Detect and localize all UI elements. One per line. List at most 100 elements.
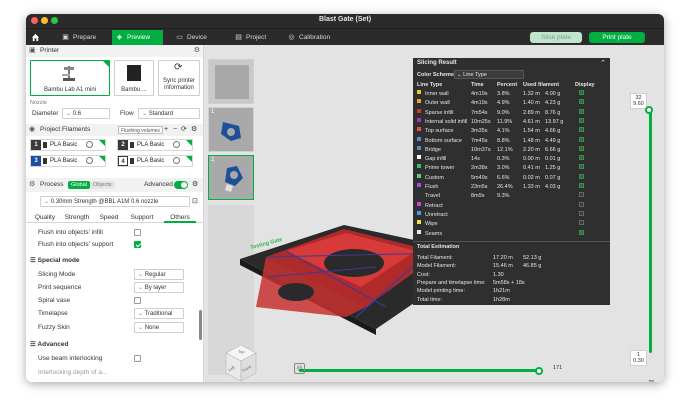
filament-icon [130, 158, 134, 164]
display-checkbox[interactable] [579, 145, 584, 151]
display-checkbox[interactable] [579, 155, 584, 161]
plate-selector[interactable]: Bambu ... [114, 60, 154, 96]
play-icon[interactable]: ◎ [294, 363, 305, 374]
home-button[interactable] [28, 30, 42, 45]
gear-icon[interactable]: ⚙ [191, 124, 197, 136]
flushing-volumes-button[interactable]: Flushing volumes [118, 126, 163, 134]
display-checkbox[interactable] [579, 229, 584, 235]
line-type-length: 4.61 m [523, 118, 540, 125]
plate-thumbnail-0[interactable] [208, 59, 254, 104]
change-icon[interactable] [86, 157, 93, 164]
line-type-swatch [417, 155, 421, 160]
flush-infill-checkbox[interactable] [134, 229, 141, 236]
tab-prepare[interactable]: ▣ Prepare [58, 30, 110, 45]
list-icon: ☰ [30, 257, 36, 264]
tab-quality[interactable]: Quality [30, 212, 60, 223]
filament-slot[interactable]: 1 PLA Basic [30, 139, 106, 151]
line-type-time: 7m45s [471, 137, 488, 144]
remove-filament-icon[interactable]: − [173, 124, 177, 136]
line-type-time: 10m37s [471, 146, 491, 153]
selected-corner [186, 156, 192, 162]
move-slider-track[interactable] [299, 369, 541, 372]
display-checkbox[interactable] [579, 183, 584, 188]
plate-thumbnail-1[interactable]: 1 [208, 107, 254, 152]
color-scheme-select[interactable]: ⌄ Line Type [454, 70, 524, 79]
layer-slider-track[interactable] [649, 108, 652, 353]
sync-printer-button[interactable]: ⟳ Sync printer information [158, 60, 200, 96]
sync-label-2: information [164, 85, 194, 91]
sync-icon[interactable]: ⟳ [181, 124, 187, 136]
top-layer-height: 9.60 [633, 101, 644, 107]
layer-slider-top-handle[interactable] [644, 106, 653, 114]
line-type-length: 0.02 m [523, 174, 540, 181]
display-checkbox[interactable] [579, 173, 584, 179]
fuzzy-skin-select[interactable]: ⌄ None [134, 322, 184, 333]
gear-icon[interactable]: ⚙ [194, 45, 200, 57]
printer-selector[interactable]: Bambu Lab A1 mini [30, 60, 110, 96]
advanced-switch[interactable] [174, 181, 188, 189]
objects-toggle[interactable]: Objects [90, 181, 115, 189]
result-row: Unretract [413, 210, 610, 219]
save-icon[interactable]: ⊡ [192, 197, 198, 205]
process-preset-select[interactable]: ⌄ 0.30mm Strength @BBL A1M 0.6 nozzle [40, 196, 190, 207]
flow-select[interactable]: ⌄ Standard [138, 108, 200, 119]
tab-device[interactable]: ▭ Device [172, 30, 222, 45]
3d-viewport[interactable]: 1 2 Testing Gate Slicing Result ⌃ Color … [204, 45, 664, 382]
tab-project[interactable]: ▤ Project [231, 30, 281, 45]
display-checkbox[interactable] [579, 127, 584, 133]
tab-others[interactable]: Others [164, 212, 196, 223]
tab-strength[interactable]: Strength [62, 212, 92, 223]
selected-corner [103, 61, 109, 67]
plate-name: Bambu ... [121, 87, 147, 93]
print-sequence-select[interactable]: ⌄ By layer [134, 282, 184, 293]
add-filament-icon[interactable]: + [164, 124, 168, 136]
change-icon[interactable] [173, 157, 180, 164]
change-icon[interactable] [173, 141, 180, 148]
beam-interlocking-checkbox[interactable] [134, 355, 141, 362]
display-checkbox[interactable] [579, 164, 584, 170]
global-toggle[interactable]: Global [68, 181, 90, 189]
display-checkbox[interactable] [579, 99, 584, 105]
sidebar-scrollbar[interactable] [199, 310, 202, 340]
display-checkbox[interactable] [579, 210, 584, 216]
spiral-vase-checkbox[interactable] [134, 297, 141, 304]
print-plate-button[interactable]: Print plate [589, 32, 645, 43]
filament-slot[interactable]: 4 PLA Basic [117, 155, 193, 167]
layers-icon[interactable]: ≋ [648, 378, 655, 382]
header-percent: Percent [497, 82, 518, 88]
diameter-select[interactable]: ⌄ 0.6 [62, 108, 110, 119]
move-slider-handle[interactable] [535, 366, 543, 375]
line-type-percent: 26.4% [497, 184, 513, 190]
tab-calibration[interactable]: ◎ Calibration [284, 30, 344, 45]
tab-preview[interactable]: ◈ Preview [112, 30, 163, 45]
slice-plate-button[interactable]: Slice plate [530, 32, 582, 43]
tab-speed[interactable]: Speed [96, 212, 122, 223]
timelapse-select[interactable]: ⌄ Traditional [134, 308, 184, 319]
folder-icon: ▤ [235, 34, 242, 41]
display-checkbox[interactable] [579, 201, 584, 207]
total-label: Model printing time: [417, 288, 465, 295]
display-checkbox[interactable] [579, 108, 584, 114]
selected-corner [99, 140, 105, 146]
line-type-percent: 11.9% [497, 118, 513, 125]
filament-slot[interactable]: 3 PLA Basic [30, 155, 106, 167]
app-window: Blast Gate (Set) ▣ Prepare ◈ Preview ▭ Devi… [26, 14, 664, 382]
display-checkbox[interactable] [579, 90, 584, 95]
result-row: Outer wall 4m19s 4.9% 1.40 m 4.23 g [413, 99, 610, 107]
line-type-weight: 4.49 g [545, 137, 561, 144]
change-icon[interactable] [86, 141, 93, 148]
flush-support-checkbox[interactable] [134, 241, 141, 248]
display-checkbox[interactable] [579, 136, 584, 142]
collapse-icon[interactable]: ⌃ [600, 59, 606, 67]
filament-slot[interactable]: 2 PLA Basic [117, 139, 193, 151]
display-checkbox[interactable] [579, 220, 584, 226]
line-type-swatch [417, 210, 421, 215]
timelapse-value: Traditional [144, 311, 173, 317]
display-checkbox[interactable] [579, 192, 584, 198]
gear-icon[interactable]: ⚙ [192, 178, 198, 192]
line-type-name: Unretract [425, 211, 448, 218]
tab-support[interactable]: Support [126, 212, 158, 223]
display-checkbox[interactable] [579, 117, 584, 123]
line-type-percent: 9.3% [497, 193, 510, 200]
slicing-mode-select[interactable]: ⌄ Regular [134, 269, 184, 280]
